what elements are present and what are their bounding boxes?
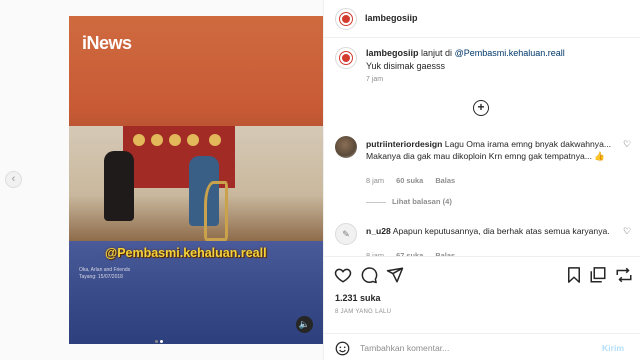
heart-icon[interactable] [334, 266, 352, 284]
video-credit-line: Tayang: 15/07/2018 [79, 274, 123, 280]
likes-count[interactable]: 1.231 suka [335, 293, 381, 303]
previous-post-chevron-icon[interactable]: ‹ [5, 171, 22, 188]
heart-outline-icon[interactable]: ♡ [623, 226, 631, 237]
emoji-icon[interactable] [335, 341, 350, 356]
bookmark-icon[interactable] [565, 266, 583, 284]
channel-logo: iNews [82, 33, 132, 53]
brand-logo-icon [340, 52, 352, 64]
media-area: ‹ iNews @Pembasmi.kehaluan.reall Oka, Ar… [0, 0, 323, 360]
video-credit-line: Oka, Arlan and Friends [79, 267, 131, 273]
comment-text-block: putriinteriordesign Lagu Oma irama emng … [366, 138, 619, 162]
avatar[interactable] [335, 8, 357, 30]
comment-meta: 8 jam 60 suka Balas [366, 176, 465, 185]
video-player[interactable]: iNews @Pembasmi.kehaluan.reall Oka, Arla… [69, 16, 323, 344]
post-timestamp: 8 JAM YANG LALU [335, 309, 392, 315]
brand-logo-icon [340, 13, 352, 25]
video-scene-harp [204, 181, 228, 241]
avatar[interactable] [335, 136, 357, 158]
carousel-dot-active[interactable] [160, 340, 163, 343]
post-comment-button[interactable]: Kirim [602, 343, 624, 353]
caption-mention-link[interactable]: @Pembasmi.kehaluan.reall [455, 48, 565, 58]
caption-username[interactable]: lambegosiip [366, 48, 419, 58]
avatar[interactable] [335, 47, 357, 69]
header-username[interactable]: lambegosiip [365, 13, 418, 23]
video-scene-person [104, 151, 134, 221]
carousel-dots [155, 330, 165, 344]
comment-time[interactable]: 8 jam [366, 176, 384, 185]
reshare-icon[interactable] [615, 266, 633, 284]
comment-username[interactable]: putriinteriordesign [366, 139, 442, 149]
add-comment-bar: Kirim [324, 333, 640, 360]
caption-text: Yuk disimak gaesss [366, 61, 446, 71]
video-scene-plaque [187, 134, 199, 146]
speaker-icon[interactable]: 🔈 [296, 316, 313, 333]
video-scene-plaque [209, 134, 221, 146]
comment-username[interactable]: n_u28 [366, 226, 391, 236]
view-replies-button[interactable]: Lihat balasan (4) [366, 197, 452, 206]
post-panel: lambegosiip lambegosiip lanjut di @Pemba… [323, 0, 640, 360]
video-scene-plaque [151, 134, 163, 146]
caption-line: lambegosiip lanjut di @Pembasmi.kehaluan… [366, 48, 565, 58]
video-watermark: @Pembasmi.kehaluan.reall [105, 246, 267, 260]
video-credit: Oka, Arlan and Friends Tayang: 15/07/201… [79, 267, 130, 281]
caption-time[interactable]: 7 jam [366, 76, 383, 83]
post-actions: 1.231 suka 8 JAM YANG LALU Kirim [324, 256, 640, 356]
comment-likes[interactable]: 60 suka [396, 176, 423, 185]
view-replies-label: Lihat balasan (4) [392, 197, 452, 206]
collection-icon[interactable] [589, 266, 607, 284]
avatar[interactable]: ✎ [335, 223, 357, 245]
heart-outline-icon[interactable]: ♡ [623, 139, 631, 150]
post-header: lambegosiip [324, 0, 640, 38]
video-scene-plaque [169, 134, 181, 146]
carousel-dot[interactable] [155, 340, 158, 343]
load-more-comments-icon[interactable]: + [473, 100, 489, 116]
reply-button[interactable]: Balas [435, 176, 455, 185]
comment-text: Apapun keputusannya, dia berhak atas sem… [392, 226, 610, 236]
share-paper-plane-icon[interactable] [386, 266, 404, 284]
comment-bubble-icon[interactable] [360, 266, 378, 284]
comment-text-block: n_u28 Apapun keputusannya, dia berhak at… [366, 225, 619, 237]
caption-prefix: lanjut di [421, 48, 453, 58]
comment-input[interactable] [360, 340, 580, 356]
divider [366, 201, 386, 203]
video-scene-plaque [133, 134, 145, 146]
